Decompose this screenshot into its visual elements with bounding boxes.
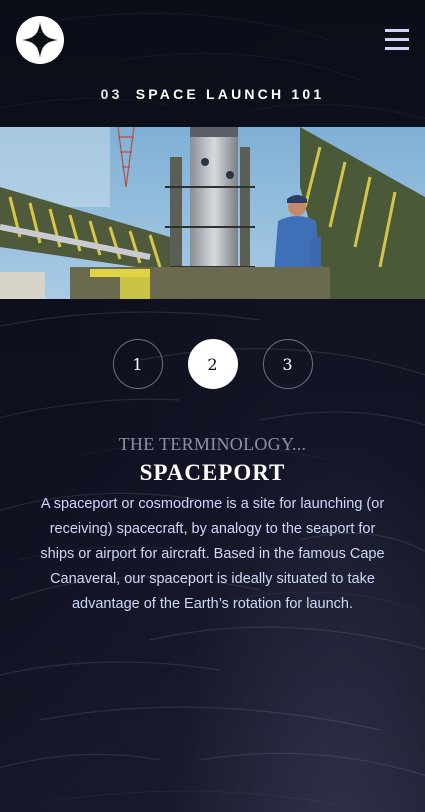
hamburger-menu-button[interactable] <box>385 29 409 50</box>
terminology-description: A spaceport or cosmodrome is a site for … <box>40 496 385 612</box>
menu-bar <box>385 47 409 50</box>
terminology-pager: 1 2 3 <box>0 339 425 389</box>
page-number: 03 <box>100 86 123 102</box>
page-heading: 03 SPACE LAUNCH 101 <box>0 86 425 102</box>
menu-bar <box>385 38 409 41</box>
launch-pad-photo <box>0 127 425 299</box>
hero-image <box>0 127 425 299</box>
terminology-eyebrow: THE TERMINOLOGY... <box>118 434 307 454</box>
pager-button-3[interactable]: 3 <box>262 339 313 389</box>
pager-button-1[interactable]: 1 <box>112 339 163 389</box>
page-title: SPACE LAUNCH 101 <box>135 86 325 102</box>
logo[interactable] <box>16 16 64 64</box>
four-point-star-icon <box>22 22 58 58</box>
star-trail-background <box>0 0 425 812</box>
pager-button-2[interactable]: 2 <box>187 339 238 389</box>
site-header <box>0 0 425 80</box>
menu-bar <box>385 29 409 32</box>
terminology-title: SPACEPORT <box>139 460 286 485</box>
star-trails <box>0 12 425 806</box>
